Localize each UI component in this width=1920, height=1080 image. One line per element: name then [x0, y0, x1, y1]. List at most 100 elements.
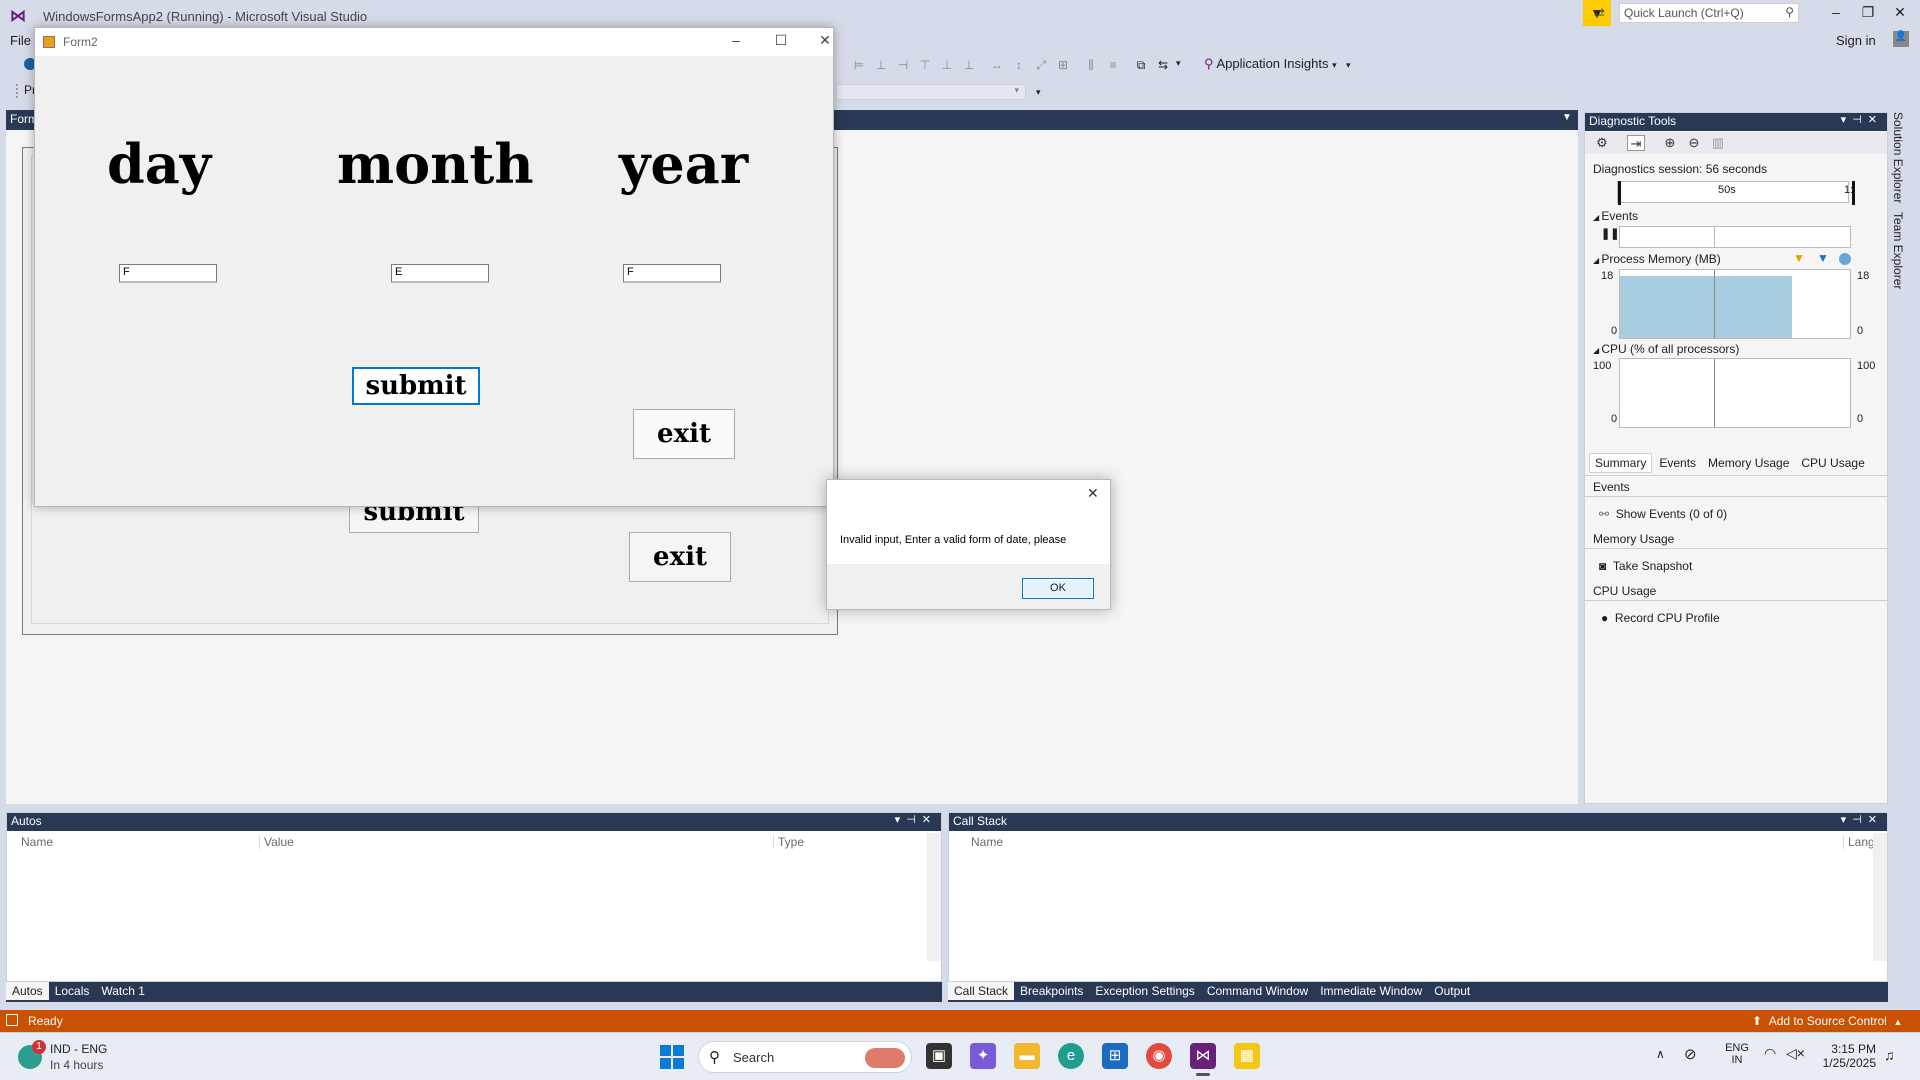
make-same-width-icon[interactable]: ↔	[990, 58, 1004, 72]
tab-immediate-window[interactable]: Immediate Window	[1314, 982, 1428, 1000]
tab-watch1[interactable]: Watch 1	[95, 982, 151, 1000]
widget-line2[interactable]: In 4 hours	[50, 1058, 103, 1072]
tab-exception-settings[interactable]: Exception Settings	[1089, 982, 1200, 1000]
chrome-icon[interactable]: ◉	[1146, 1043, 1172, 1069]
panel-controls[interactable]: ▾⊣✕	[1841, 813, 1883, 826]
wifi-icon[interactable]: ◠	[1764, 1045, 1776, 1062]
form2-minimize-button[interactable]: –	[721, 32, 751, 48]
tab-call-stack[interactable]: Call Stack	[948, 982, 1015, 1000]
align-right-icon[interactable]: ⊣	[896, 58, 910, 72]
scrollbar[interactable]	[927, 833, 941, 961]
notifications-bell-icon[interactable]: ♫	[1884, 1047, 1895, 1063]
tab-cpu-usage[interactable]: CPU Usage	[1796, 454, 1869, 472]
day-input[interactable]: F	[119, 264, 217, 283]
widget-line1[interactable]: IND - ENG	[50, 1042, 107, 1056]
align-left-icon[interactable]: ⊨	[852, 58, 866, 72]
month-input[interactable]: E	[391, 264, 489, 283]
align-top-icon[interactable]: ⊤	[918, 58, 932, 72]
clock[interactable]: 3:15 PM 1/25/2025	[1820, 1042, 1876, 1070]
gear-icon[interactable]: ⚙	[1593, 135, 1611, 151]
show-events-link[interactable]: ⚯ Show Events (0 of 0)	[1599, 507, 1727, 521]
tray-language[interactable]: ENG IN	[1722, 1042, 1752, 1066]
close-button[interactable]: ✕	[1888, 4, 1912, 21]
toolbar-overflow-icon[interactable]: ▾	[1176, 58, 1181, 69]
visual-studio-icon[interactable]: ⋈	[1190, 1043, 1216, 1069]
submit-button[interactable]: submit	[352, 367, 480, 405]
taskbar-search[interactable]: ⚲ Search	[698, 1041, 912, 1073]
timeline-start-marker[interactable]	[1618, 181, 1621, 205]
vertical-spacing-icon[interactable]: ≡	[1106, 58, 1120, 72]
make-same-size-icon[interactable]: ⤢	[1034, 58, 1048, 72]
tab-order-icon[interactable]: ⇆	[1156, 58, 1170, 72]
start-button[interactable]	[660, 1045, 684, 1069]
team-explorer-tab[interactable]: Team Explorer	[1891, 212, 1905, 289]
tab-breakpoints[interactable]: Breakpoints	[1014, 982, 1089, 1000]
restore-button[interactable]: ❐	[1856, 4, 1880, 21]
tab-autos[interactable]: Autos	[6, 982, 49, 1000]
toolbar-combo[interactable]: ▾	[836, 84, 1026, 100]
column-name[interactable]: Name	[21, 835, 53, 849]
toolbar-overflow-icon-2[interactable]: ▾	[1346, 60, 1351, 71]
quick-launch-input[interactable]: Quick Launch (Ctrl+Q) ⚲	[1619, 3, 1799, 23]
column-type[interactable]: Type	[773, 835, 804, 849]
sign-in-link[interactable]: Sign in	[1836, 33, 1876, 48]
form2-maximize-button[interactable]: ☐	[766, 32, 796, 49]
message-box-close-button[interactable]: ✕	[1087, 485, 1099, 502]
take-snapshot-link[interactable]: ◙ Take Snapshot	[1599, 559, 1692, 573]
tab-events[interactable]: Events	[1654, 454, 1701, 472]
column-name[interactable]: Name	[971, 835, 1003, 849]
tab-output[interactable]: Output	[1428, 982, 1476, 1000]
tab-command-window[interactable]: Command Window	[1201, 982, 1314, 1000]
toolbar-overflow-icon-3[interactable]: ▾	[1036, 87, 1041, 98]
chevron-up-icon[interactable]: ∧	[1656, 1047, 1665, 1061]
zoom-out-icon[interactable]: ⊖	[1685, 135, 1703, 151]
status-output-icon[interactable]	[6, 1014, 18, 1026]
chart-icon[interactable]: ▥	[1709, 135, 1727, 151]
tab-dropdown-icon[interactable]: ▼	[1562, 112, 1572, 123]
size-to-grid-icon[interactable]: ⊞	[1056, 58, 1070, 72]
panel-controls[interactable]: ▾⊣✕	[1841, 113, 1883, 126]
task-view-icon[interactable]: ▣	[926, 1043, 952, 1069]
winforms-app-icon[interactable]: ▦	[1234, 1043, 1260, 1069]
tab-locals[interactable]: Locals	[49, 982, 96, 1000]
form2-close-button[interactable]: ✕	[810, 32, 840, 49]
year-input[interactable]: F	[623, 264, 721, 283]
align-center-icon[interactable]: ⊥	[874, 58, 888, 72]
link-icon: ⚯	[1599, 507, 1610, 521]
timeline-ruler[interactable]: 50s 1:	[1617, 181, 1855, 205]
pause-icon[interactable]: ❚❚	[1601, 227, 1619, 240]
message-box-title-bar[interactable]: ✕	[827, 480, 1110, 508]
user-icon[interactable]: 👤	[1893, 31, 1909, 47]
speaker-muted-icon[interactable]: ◁×	[1786, 1045, 1805, 1062]
column-lang[interactable]: Lang	[1843, 835, 1875, 849]
application-insights-button[interactable]: ⚲ Application Insights ▾	[1204, 56, 1337, 72]
zoom-in-icon[interactable]: ⊕	[1661, 135, 1679, 151]
menu-file[interactable]: File	[10, 33, 31, 48]
edge-icon[interactable]: e	[1058, 1043, 1084, 1069]
align-bottom-icon[interactable]: ⊥	[962, 58, 976, 72]
horizontal-spacing-icon[interactable]: ⫼	[1084, 58, 1098, 72]
align-middle-icon[interactable]: ⊥	[940, 58, 954, 72]
record-cpu-profile-link[interactable]: ● Record CPU Profile	[1601, 611, 1720, 625]
exit-button[interactable]: exit	[633, 409, 735, 459]
tab-memory-usage[interactable]: Memory Usage	[1703, 454, 1794, 472]
bring-to-front-icon[interactable]: ⧉	[1134, 58, 1148, 72]
copilot-icon[interactable]: ✦	[970, 1043, 996, 1069]
minimize-button[interactable]: –	[1824, 4, 1848, 20]
store-icon[interactable]: ⊞	[1102, 1043, 1128, 1069]
ok-button[interactable]: OK	[1022, 578, 1094, 599]
solution-explorer-tab[interactable]: Solution Explorer	[1891, 112, 1905, 203]
feedback-icon[interactable]: ⇄	[1594, 5, 1605, 21]
file-explorer-icon[interactable]: ▬	[1014, 1043, 1040, 1069]
make-same-height-icon[interactable]: ↕	[1012, 58, 1026, 72]
timeline-end-marker[interactable]	[1852, 181, 1855, 205]
export-icon[interactable]: ⇥	[1627, 135, 1645, 151]
network-off-icon[interactable]: ⊘	[1684, 1045, 1697, 1063]
add-to-source-control-button[interactable]: ⬆ Add to Source Control ▲	[1752, 1014, 1902, 1028]
column-value[interactable]: Value	[259, 835, 294, 849]
tab-summary[interactable]: Summary	[1589, 453, 1653, 473]
designer-exit-button[interactable]: exit	[629, 532, 731, 582]
scrollbar[interactable]	[1873, 833, 1887, 961]
form2-title-bar[interactable]: Form2 – ☐ ✕	[35, 28, 833, 56]
panel-controls[interactable]: ▾⊣✕	[895, 813, 937, 826]
